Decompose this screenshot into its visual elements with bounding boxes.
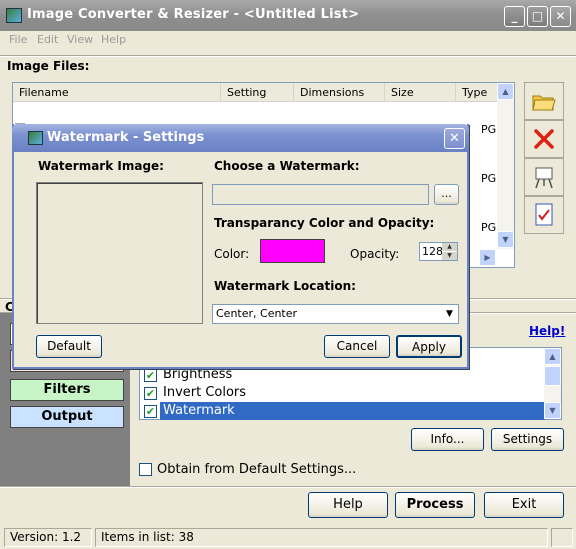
list-item[interactable]: ✔ Watermark — [142, 402, 545, 420]
spin-down-icon[interactable]: ▼ — [442, 252, 457, 260]
menu-help[interactable]: Help — [101, 33, 126, 46]
dialog-titlebar[interactable]: Watermark - Settings ✕ — [12, 124, 469, 152]
minimize-button[interactable]: _ — [504, 6, 525, 27]
watermark-image-label: Watermark Image: — [38, 159, 164, 173]
open-folder-icon — [532, 95, 556, 111]
help-link[interactable]: Help! — [529, 324, 565, 338]
scroll-up-icon[interactable]: ▲ — [544, 348, 561, 365]
menu-edit[interactable]: Edit — [37, 33, 58, 46]
options-scrollbar[interactable]: ▲ ▼ — [544, 348, 561, 419]
dialog-app-icon — [28, 131, 43, 145]
watermark-settings-dialog: Watermark - Settings ✕ Watermark Image: … — [12, 124, 469, 369]
browse-button[interactable]: ... — [434, 184, 459, 205]
window-title: Image Converter & Resizer - <Untitled Li… — [27, 7, 360, 22]
location-select[interactable]: Center, Center ▼ — [212, 304, 459, 324]
column-type[interactable]: Type — [456, 83, 498, 102]
default-button[interactable]: Default — [36, 335, 102, 358]
location-label: Watermark Location: — [214, 279, 356, 293]
status-bar: Version: 1.2 Items in list: 38 — [0, 526, 576, 549]
row-type: PG — [481, 123, 497, 136]
presentation-button[interactable] — [524, 158, 564, 196]
option-label: Watermark — [160, 402, 545, 420]
divider — [0, 486, 576, 488]
checkbox[interactable]: ✔ — [144, 405, 157, 418]
dialog-close-button[interactable]: ✕ — [444, 128, 465, 149]
help-button[interactable]: Help — [308, 492, 388, 518]
delete-x-icon — [534, 129, 554, 149]
window-titlebar[interactable]: Image Converter & Resizer - <Untitled Li… — [0, 0, 576, 31]
checkbox[interactable]: ✔ — [144, 369, 157, 382]
color-swatch[interactable] — [260, 239, 325, 263]
items-status: Items in list: 38 — [95, 528, 548, 547]
version-status: Version: 1.2 — [4, 528, 92, 547]
image-files-label: Image Files: — [7, 59, 90, 73]
apply-button[interactable]: Apply — [396, 335, 462, 358]
remove-button[interactable] — [524, 120, 564, 158]
obtain-default-label: Obtain from Default Settings... — [157, 462, 357, 477]
dialog-title: Watermark - Settings — [47, 130, 205, 145]
checklist-button[interactable] — [524, 196, 564, 234]
checkbox[interactable]: ✔ — [144, 387, 157, 400]
scroll-right-icon[interactable]: ▶ — [479, 249, 496, 266]
maximize-button[interactable]: □ — [527, 6, 548, 27]
location-value: Center, Center — [216, 307, 298, 320]
obtain-default-checkbox[interactable] — [139, 463, 152, 476]
opacity-label: Opacity: — [350, 247, 400, 261]
exit-button[interactable]: Exit — [484, 492, 564, 518]
row-type: PG — [481, 172, 497, 185]
choose-watermark-label: Choose a Watermark: — [214, 159, 360, 173]
opacity-stepper[interactable]: 128 ▲ ▼ — [419, 242, 458, 261]
scroll-down-icon[interactable]: ▼ — [497, 231, 514, 248]
chevron-down-icon[interactable]: ▼ — [441, 305, 458, 323]
opacity-value: 128 — [422, 245, 443, 258]
list-item[interactable]: ✔ Invert Colors — [142, 384, 545, 402]
column-setting[interactable]: Setting — [221, 83, 294, 102]
transparency-label: Transparancy Color and Opacity: — [214, 216, 435, 230]
color-label: Color: — [214, 247, 250, 261]
divider — [0, 55, 576, 57]
scroll-down-icon[interactable]: ▼ — [544, 402, 561, 419]
menu-bar: File Edit View Help — [0, 31, 576, 51]
status-grip — [551, 528, 573, 547]
app-icon — [6, 8, 22, 23]
column-filename[interactable]: Filename — [13, 83, 221, 102]
output-button[interactable]: Output — [10, 406, 124, 428]
menu-view[interactable]: View — [67, 33, 93, 46]
row-type: PG — [481, 221, 497, 234]
info-button[interactable]: Info... — [411, 428, 484, 451]
easel-icon — [535, 167, 553, 189]
scroll-thumb[interactable] — [544, 366, 561, 386]
checklist-icon — [535, 203, 553, 226]
column-size[interactable]: Size — [385, 83, 456, 102]
menu-file[interactable]: File — [9, 33, 27, 46]
cancel-button[interactable]: Cancel — [324, 335, 390, 358]
watermark-path-field[interactable] — [212, 184, 429, 205]
spin-up-icon[interactable]: ▲ — [442, 243, 457, 251]
list-vertical-scrollbar[interactable]: ▲ ▼ — [497, 83, 514, 249]
open-folder-button[interactable] — [524, 82, 564, 120]
option-label: Invert Colors — [163, 385, 247, 400]
watermark-image-preview — [36, 182, 203, 324]
settings-button[interactable]: Settings — [491, 428, 564, 451]
close-button[interactable]: ✕ — [550, 6, 571, 27]
scroll-up-icon[interactable]: ▲ — [497, 83, 514, 100]
list-header: Filename Setting Dimensions Size Type — [13, 83, 514, 102]
process-button[interactable]: Process — [395, 492, 475, 518]
filters-button[interactable]: Filters — [10, 379, 124, 401]
column-dimensions[interactable]: Dimensions — [294, 83, 385, 102]
